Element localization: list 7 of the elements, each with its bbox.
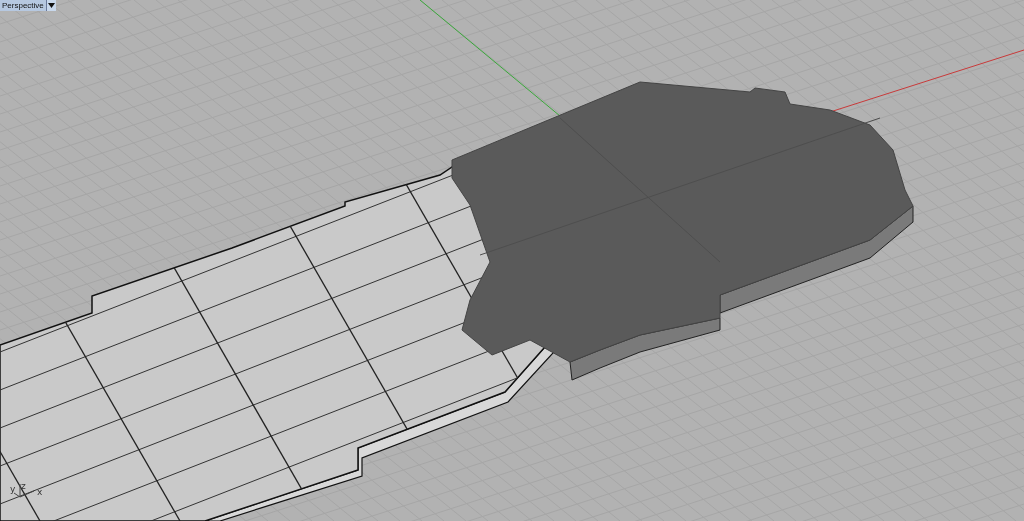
dropdown-caret-icon[interactable] — [45, 0, 56, 11]
axis-label: z — [21, 481, 26, 491]
axis-label: x — [37, 487, 43, 497]
viewport-title: Perspective — [2, 1, 44, 10]
axis-label: y — [10, 484, 16, 494]
viewport-title-tab[interactable]: Perspective — [0, 0, 56, 11]
axis-triad-icon — [13, 483, 35, 498]
